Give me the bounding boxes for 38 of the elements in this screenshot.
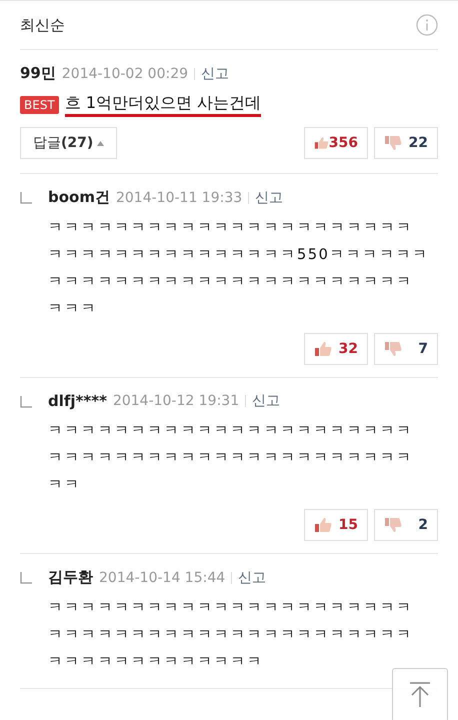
like-button[interactable]: 15	[304, 509, 368, 541]
sort-label[interactable]: 최신순	[20, 16, 65, 34]
comment-date: 2014-10-14 15:44	[99, 570, 226, 586]
comment-text: ㅋㅋㅋㅋㅋㅋㅋㅋㅋㅋㅋㅋㅋㅋㅋㅋㅋㅋㅋㅋㅋㅋ ㅋㅋㅋㅋㅋㅋㅋㅋㅋㅋㅋㅋㅋㅋㅋ550ㅋㅋㅋㅋㅋㅋ ㅋㅋㅋㅋㅋㅋㅋㅋㅋㅋㅋㅋㅋㅋㅋㅋㅋㅋㅋㅋㅋㅋ ㅋㅋㅋ	[48, 219, 430, 319]
report-link[interactable]: 신고	[201, 64, 230, 82]
thumbs-up-icon	[314, 341, 332, 357]
comment-text: ㅋㅋㅋㅋㅋㅋㅋㅋㅋㅋㅋㅋㅋㅋㅋㅋㅋㅋㅋㅋㅋㅋ ㅋㅋㅋㅋㅋㅋㅋㅋㅋㅋㅋㅋㅋㅋㅋㅋㅋㅋㅋㅋㅋㅋ ㅋㅋㅋㅋㅋㅋㅋㅋㅋㅋㅋㅋㅋ	[48, 599, 414, 672]
author-name: 99민	[20, 64, 56, 83]
reply-indent-icon	[20, 192, 32, 204]
comment-date: 2014-10-12 19:31	[112, 393, 240, 409]
like-button[interactable]: 32	[304, 333, 368, 365]
comment-date: 2014-10-11 19:33	[116, 190, 242, 206]
author-name: dlfj****	[48, 392, 107, 410]
reply-indent-icon	[20, 572, 32, 584]
comment-text: ㅋㅋㅋㅋㅋㅋㅋㅋㅋㅋㅋㅋㅋㅋㅋㅋㅋㅋㅋㅋㅋㅋ ㅋㅋㅋㅋㅋㅋㅋㅋㅋㅋㅋㅋㅋㅋㅋㅋㅋㅋㅋㅋㅋㅋ ㅋㅋ	[48, 422, 414, 495]
author-name: 김두환	[48, 568, 93, 587]
comment-date: 2014-10-02 00:29	[62, 66, 188, 82]
caret-icon	[97, 140, 104, 146]
report-link[interactable]: 신고	[252, 392, 280, 410]
thumbs-up-icon	[314, 135, 329, 151]
author-name: boom건	[48, 188, 110, 207]
dislike-button[interactable]: 2	[374, 509, 438, 541]
arrow-up-icon	[409, 682, 431, 708]
thumbs-down-icon	[384, 341, 402, 357]
thumbs-up-icon	[314, 517, 332, 533]
scroll-to-top-button[interactable]	[392, 668, 448, 720]
report-link[interactable]: 신고	[255, 188, 284, 206]
thumbs-down-icon	[384, 135, 402, 151]
thumbs-down-icon	[384, 517, 402, 533]
comment-text: 흐 1억만더있으면 사는건데	[64, 93, 262, 117]
report-link[interactable]: 신고	[238, 568, 266, 586]
dislike-button[interactable]: 22	[374, 127, 438, 159]
like-button[interactable]: 356	[304, 127, 368, 159]
reply-indent-icon	[20, 396, 32, 408]
best-badge: BEST	[20, 96, 59, 114]
reply-toggle-button[interactable]: 답글(27)	[20, 127, 118, 159]
info-icon[interactable]	[416, 14, 438, 36]
dislike-button[interactable]: 7	[374, 333, 438, 365]
